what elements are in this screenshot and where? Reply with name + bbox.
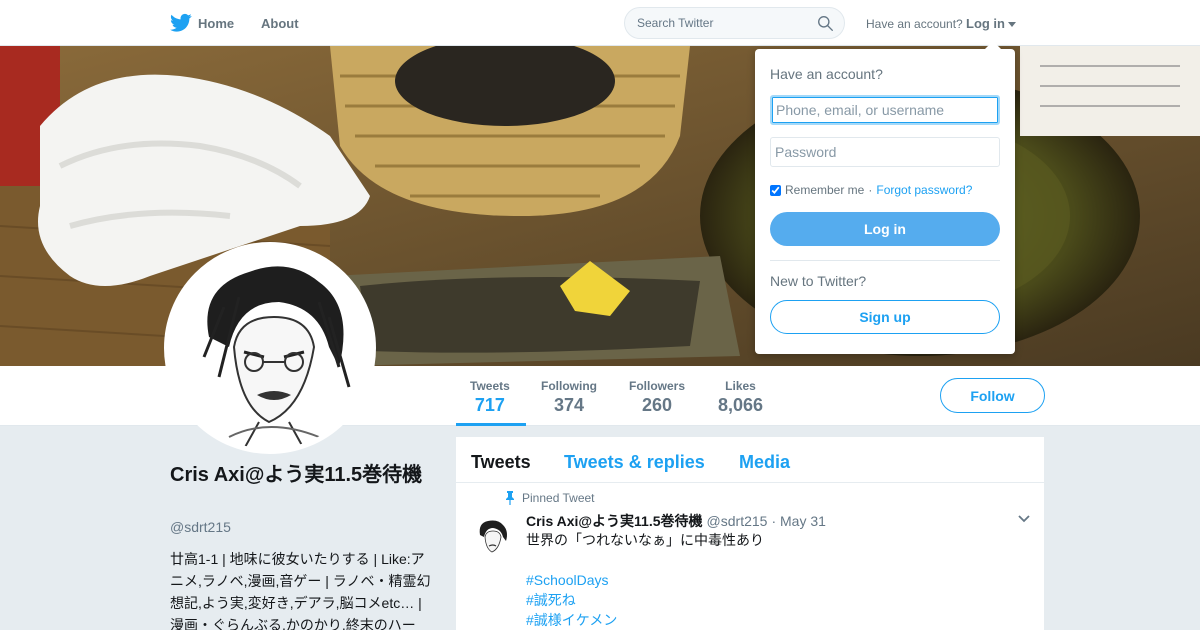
tweet-text: 世界の「つれないなぁ」に中毒性あり #SchoolDays #誠死ね #誠様イケ… <box>526 530 1016 630</box>
login-label: Log in <box>966 16 1005 31</box>
have-account-label: Have an account? <box>866 17 963 31</box>
hashtag-link[interactable]: #誠死ね <box>526 590 1016 610</box>
caret-down-icon <box>1008 21 1016 27</box>
divider <box>770 260 1000 261</box>
avatar-image <box>169 247 371 449</box>
pinned-label: Pinned Tweet <box>522 491 595 505</box>
pin-icon <box>506 491 514 505</box>
stat-label: Tweets <box>470 379 510 393</box>
tweet-author-handle[interactable]: @sdrt215 <box>707 513 768 529</box>
active-stat-underline <box>456 423 526 426</box>
profile-handle[interactable]: @sdrt215 <box>170 519 231 535</box>
tab-tweets-replies[interactable]: Tweets & replies <box>564 452 705 473</box>
tab-tweets[interactable]: Tweets <box>471 452 531 473</box>
login-button[interactable]: Log in <box>770 212 1000 246</box>
new-to-twitter-label: New to Twitter? <box>770 273 867 289</box>
stat-value: 717 <box>474 395 505 415</box>
stat-label: Likes <box>725 379 756 393</box>
home-label: Home <box>198 15 235 31</box>
profile-bio: 廿高1-1 | 地味に彼女いたりする | Like:アニメ,ラノベ,漫画,音ゲー… <box>170 551 431 630</box>
stat-following[interactable]: Following 374 <box>541 379 597 416</box>
stat-followers[interactable]: Followers 260 <box>629 379 685 416</box>
search-box <box>624 7 845 39</box>
about-link[interactable]: About <box>261 16 299 31</box>
stat-likes[interactable]: Likes 8,066 <box>718 379 763 416</box>
signup-button[interactable]: Sign up <box>770 300 1000 334</box>
tweet-avatar-image <box>472 517 512 557</box>
top-navigation: Home About Have an account? Log in <box>0 0 1200 46</box>
login-dropdown: Have an account? Remember me · Forgot pa… <box>755 41 1015 354</box>
password-field[interactable] <box>770 137 1000 167</box>
forgot-password-link[interactable]: Forgot password? <box>876 183 972 197</box>
dropdown-title: Have an account? <box>770 66 883 82</box>
stat-value: 8,066 <box>718 395 764 415</box>
login-dropdown-toggle[interactable]: Log in <box>966 16 1016 31</box>
stat-label: Followers <box>629 379 686 393</box>
stat-value: 260 <box>641 395 673 415</box>
separator-dot: · <box>868 183 873 197</box>
tweet-header: Cris Axi@よう実11.5巻待機 @sdrt215 · May 31 <box>526 511 826 531</box>
timeline: Tweets Tweets & replies Media Pinned Twe… <box>456 437 1044 630</box>
follow-button[interactable]: Follow <box>940 378 1045 413</box>
tab-media[interactable]: Media <box>739 452 790 473</box>
search-input[interactable] <box>625 8 805 38</box>
timeline-tabs: Tweets Tweets & replies Media <box>456 437 1044 483</box>
remember-checkbox[interactable] <box>770 184 781 196</box>
search-icon[interactable] <box>817 15 834 32</box>
tweet-avatar[interactable] <box>472 517 512 557</box>
remember-label[interactable]: Remember me <box>785 183 864 197</box>
stat-label: Following <box>541 379 597 393</box>
remember-row: Remember me · Forgot password? <box>770 183 972 197</box>
tweet-author-name[interactable]: Cris Axi@よう実11.5巻待機 <box>526 511 703 531</box>
chevron-down-icon[interactable] <box>1018 515 1030 523</box>
username-field[interactable] <box>770 95 1000 125</box>
hashtag-link[interactable]: #SchoolDays <box>526 570 1016 590</box>
profile-name[interactable]: Cris Axi@よう実11.5巻待機 <box>170 462 430 489</box>
home-link[interactable]: Home <box>170 13 234 33</box>
tweet-body: 世界の「つれないなぁ」に中毒性あり <box>526 532 764 548</box>
stat-tweets[interactable]: Tweets 717 <box>470 379 510 416</box>
hashtag-link[interactable]: #誠様イケメン <box>526 610 1016 630</box>
profile-avatar[interactable] <box>164 242 376 454</box>
twitter-bird-icon <box>170 13 192 32</box>
tweet-date[interactable]: · May 31 <box>771 513 825 529</box>
pinned-indicator: Pinned Tweet <box>504 491 595 505</box>
stat-value: 374 <box>553 395 585 415</box>
